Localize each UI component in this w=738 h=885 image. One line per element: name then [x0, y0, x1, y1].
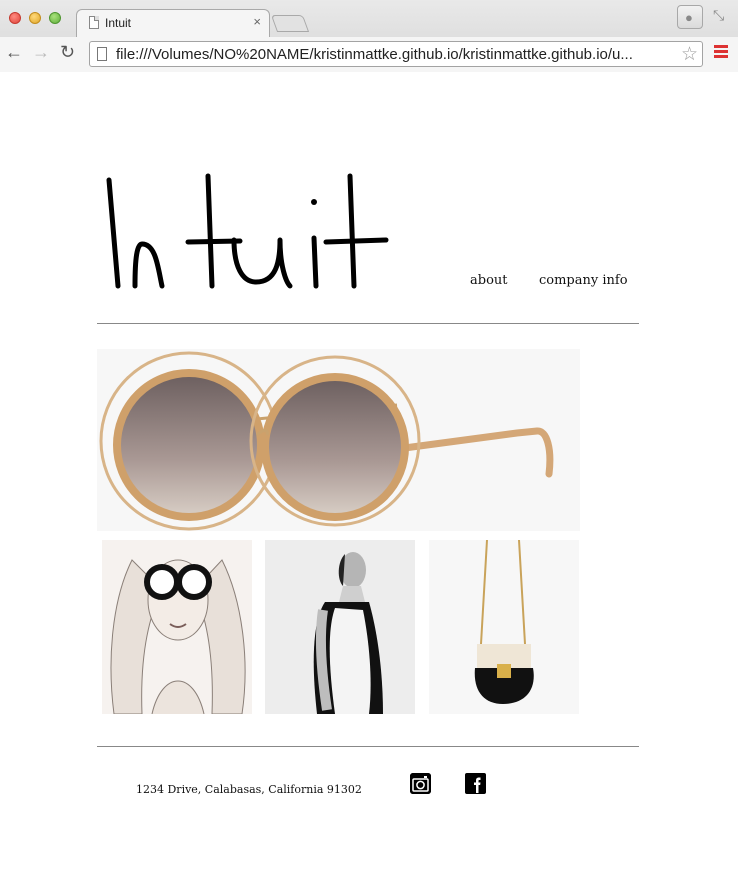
url-text[interactable]: file:///Volumes/NO%20NAME/kristinmattke.… — [116, 46, 676, 63]
footer-address: 1234 Drive, Calabasas, California 91302 — [136, 783, 362, 796]
site-logo[interactable] — [104, 168, 394, 298]
nav-company-info-link[interactable]: company info — [539, 273, 628, 288]
browser-toolbar: ← → ↻ file:///Volumes/NO%20NAME/kristinm… — [0, 37, 738, 72]
tab-title: Intuit — [105, 16, 132, 30]
person-icon: ● — [685, 10, 693, 25]
close-window-button[interactable] — [9, 12, 21, 24]
zoom-window-button[interactable] — [49, 12, 61, 24]
browser-tab[interactable]: Intuit × — [76, 9, 270, 37]
sketch-girl-image — [102, 540, 252, 714]
handwritten-logo — [106, 173, 389, 289]
instagram-icon[interactable] — [410, 773, 431, 794]
browser-menu-button[interactable] — [714, 45, 728, 60]
address-bar[interactable]: file:///Volumes/NO%20NAME/kristinmattke.… — [89, 41, 703, 67]
nav-about-link[interactable]: about — [470, 273, 508, 288]
black-handbag-image — [429, 540, 579, 714]
bookmark-star-icon[interactable]: ☆ — [681, 43, 698, 66]
fullscreen-icon[interactable]: ⤡ — [713, 7, 724, 24]
minimize-window-button[interactable] — [29, 12, 41, 24]
new-tab-button[interactable] — [270, 15, 310, 32]
tab-close-icon[interactable]: × — [253, 14, 261, 29]
footer-divider — [97, 746, 639, 747]
header-divider — [97, 323, 639, 324]
model-dress-image — [265, 540, 415, 714]
browser-chrome: Intuit × ● ⤡ ← → ↻ file:///Volumes/NO%20… — [0, 0, 738, 72]
page-icon — [97, 47, 107, 61]
back-button[interactable]: ← — [5, 42, 23, 63]
profile-button[interactable]: ● — [677, 5, 703, 29]
facebook-icon[interactable] — [465, 773, 486, 794]
document-icon — [89, 16, 99, 29]
reload-button[interactable]: ↻ — [60, 42, 75, 63]
sunglasses-hero-image — [97, 349, 580, 531]
forward-button[interactable]: → — [32, 42, 50, 63]
